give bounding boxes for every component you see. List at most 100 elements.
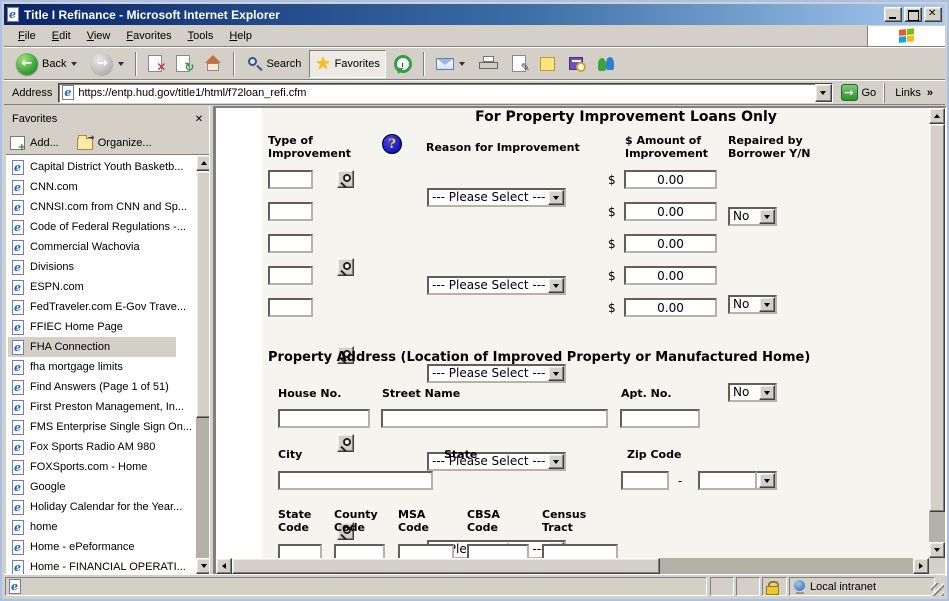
forward-button[interactable]: → [85, 50, 130, 78]
type-of-improvement-input[interactable] [268, 266, 313, 285]
street-name-input[interactable] [381, 409, 608, 428]
type-of-improvement-input[interactable] [268, 234, 313, 253]
favorite-item[interactable]: Divisions [8, 257, 74, 277]
back-dropdown-icon[interactable] [71, 62, 77, 66]
repaired-select[interactable]: No [728, 295, 777, 314]
select-arrow-icon[interactable] [548, 454, 564, 469]
resize-grip[interactable] [931, 583, 944, 596]
select-arrow-icon[interactable] [548, 366, 564, 381]
mail-dropdown-icon[interactable] [459, 62, 465, 66]
address-input[interactable]: https://entp.hud.gov/title1/html/f72loan… [58, 83, 832, 103]
amount-input[interactable] [624, 234, 717, 253]
links-chevron-icon[interactable]: » [927, 87, 933, 99]
messenger-button[interactable] [591, 50, 621, 78]
reason-select[interactable]: --- Please Select --- [427, 188, 566, 207]
organize-favorites-button[interactable]: Organize... [77, 136, 152, 150]
search-button[interactable]: Search [240, 50, 307, 78]
type-of-improvement-input[interactable] [268, 298, 313, 317]
select-arrow-icon[interactable] [759, 297, 775, 312]
scrollbar-thumb[interactable] [929, 124, 945, 512]
add-favorite-button[interactable]: Add... [10, 136, 59, 150]
minimize-button[interactable] [884, 7, 902, 22]
reason-select[interactable]: --- Please Select --- [427, 364, 566, 383]
scroll-down-button[interactable] [929, 542, 945, 558]
favorite-item[interactable]: Fox Sports Radio AM 980 [8, 437, 155, 457]
favorite-item[interactable]: fha mortgage limits [8, 357, 123, 377]
favorite-item[interactable]: ESPN.com [8, 277, 84, 297]
favorite-item[interactable]: CNNSI.com from CNN and Sp... [8, 197, 187, 217]
zip-code-input[interactable] [621, 471, 669, 490]
content-horizontal-scrollbar[interactable] [216, 558, 929, 574]
type-of-improvement-input[interactable] [268, 170, 313, 189]
favorite-item-selected[interactable]: FHA Connection [8, 337, 176, 357]
research-button[interactable] [563, 50, 589, 78]
reason-select[interactable]: --- Please Select --- [427, 276, 566, 295]
menu-tools[interactable]: Tools [180, 28, 222, 44]
favorite-item[interactable]: FedTraveler.com E-Gov Trave... [8, 297, 186, 317]
scrollbar-thumb[interactable] [196, 171, 212, 418]
forward-dropdown-icon[interactable] [118, 62, 124, 66]
city-input[interactable] [278, 471, 433, 490]
favorite-item[interactable]: First Preston Management, In... [8, 397, 184, 417]
refresh-button[interactable]: ↻ [170, 50, 196, 78]
house-no-input[interactable] [278, 409, 370, 428]
favorite-item[interactable]: Capital District Youth Basketb... [8, 157, 183, 177]
back-button[interactable]: ← Back [10, 50, 83, 78]
favorite-item[interactable]: Find Answers (Page 1 of 51) [8, 377, 169, 397]
edit-button[interactable]: ✎ [506, 50, 532, 78]
type-lookup-button[interactable] [337, 434, 354, 452]
select-arrow-icon[interactable] [759, 209, 775, 224]
scroll-up-button[interactable] [196, 155, 212, 171]
favorite-item[interactable]: FMS Enterprise Single Sign On... [8, 417, 192, 437]
menu-help[interactable]: Help [221, 28, 260, 44]
content-vertical-scrollbar[interactable] [929, 108, 945, 558]
type-of-improvement-input[interactable] [268, 202, 313, 221]
scroll-left-button[interactable] [216, 558, 232, 574]
favorite-item[interactable]: FFIEC Home Page [8, 317, 123, 337]
stop-button[interactable]: ✕ [142, 50, 168, 78]
repaired-select[interactable]: No [728, 383, 777, 402]
zip-plus4-input[interactable] [698, 471, 757, 490]
select-arrow-icon[interactable] [759, 385, 775, 400]
favorite-item[interactable]: CNN.com [8, 177, 78, 197]
address-dropdown-button[interactable] [815, 84, 832, 102]
address-url[interactable]: https://entp.hud.gov/title1/html/f72loan… [78, 87, 306, 99]
home-button[interactable] [198, 50, 228, 78]
menu-view[interactable]: View [79, 28, 119, 44]
favorite-item[interactable]: FOXSports.com - Home [8, 457, 147, 477]
scroll-down-button[interactable] [196, 558, 212, 574]
discuss-button[interactable] [534, 50, 561, 78]
menu-favorites[interactable]: Favorites [118, 28, 179, 44]
favorite-item[interactable]: Commercial Wachovia [8, 237, 140, 257]
mail-button[interactable] [430, 50, 471, 78]
favorite-item[interactable]: Holiday Calendar for the Year... [8, 497, 182, 517]
apt-no-input[interactable] [620, 409, 700, 428]
type-lookup-button[interactable] [337, 258, 354, 276]
favorites-button[interactable]: ★ Favorites [309, 50, 386, 78]
repaired-select[interactable]: No [728, 207, 777, 226]
amount-input[interactable] [624, 202, 717, 221]
scroll-right-button[interactable] [913, 558, 929, 574]
print-button[interactable] [473, 50, 504, 78]
select-arrow-icon[interactable] [548, 190, 564, 205]
favorite-item[interactable]: Code of Federal Regulations -... [8, 217, 186, 237]
amount-input[interactable] [624, 170, 717, 189]
close-button[interactable] [924, 7, 942, 22]
menu-file[interactable]: File [10, 28, 44, 44]
type-lookup-button[interactable] [337, 170, 354, 188]
amount-input[interactable] [624, 266, 717, 285]
scroll-up-button[interactable] [929, 108, 945, 124]
select-arrow-icon[interactable] [759, 473, 775, 488]
go-button[interactable]: → Go [833, 84, 885, 101]
links-toolbar[interactable]: Links » [884, 83, 941, 103]
select-arrow-icon[interactable] [548, 278, 564, 293]
favorites-scrollbar[interactable] [196, 155, 212, 574]
maximize-button[interactable] [904, 7, 922, 22]
favorite-item[interactable]: home [8, 517, 58, 537]
favorite-item[interactable]: Home - FINANCIAL OPERATI... [8, 557, 186, 574]
amount-input[interactable] [624, 298, 717, 317]
favorites-close-icon[interactable]: ✕ [192, 112, 206, 126]
scrollbar-thumb[interactable] [232, 558, 660, 574]
favorite-item[interactable]: Home - ePeformance [8, 537, 135, 557]
favorite-item[interactable]: Google [8, 477, 65, 497]
